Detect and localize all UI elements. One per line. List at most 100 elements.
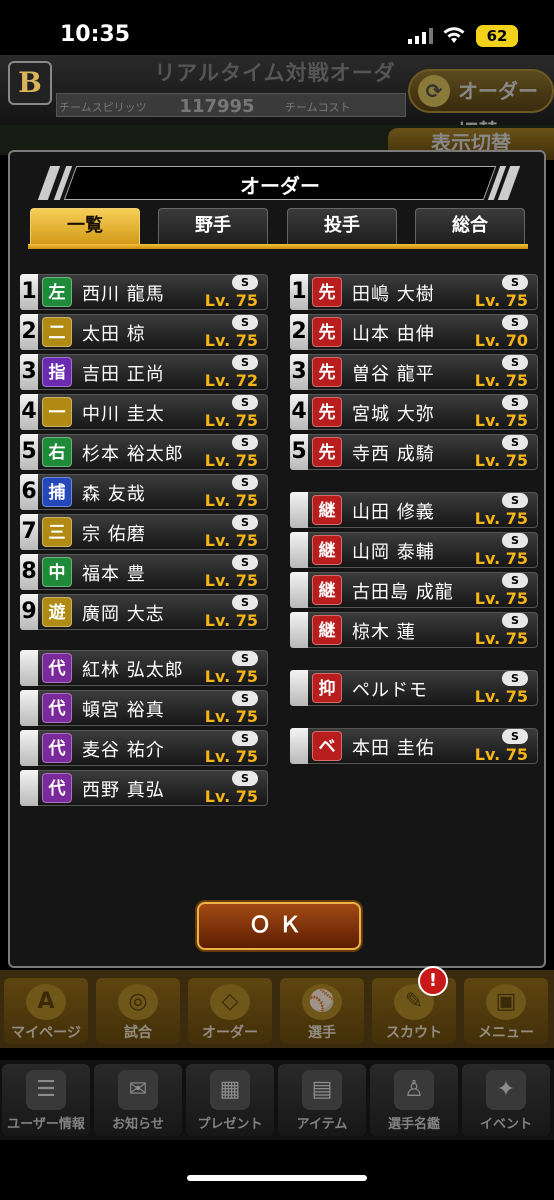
skill-s-icon: S — [232, 731, 258, 746]
skill-s-icon: S — [232, 435, 258, 450]
player-name: 曽谷 龍平 — [352, 364, 435, 385]
batting-order-number: 3 — [20, 354, 38, 390]
player-name: 吉田 正尚 — [82, 364, 165, 385]
skill-s-icon: S — [502, 493, 528, 508]
skill-s-icon: S — [232, 315, 258, 330]
skill-s-icon: S — [232, 771, 258, 786]
team-logo: B — [8, 61, 52, 105]
batting-order-number — [290, 572, 308, 608]
sub-nav-item-5[interactable]: ✦ イベント — [462, 1064, 550, 1136]
player-row[interactable]: 2 先山本 由伸 S Lv. 70 — [290, 314, 538, 350]
sub-nav-item-0[interactable]: ☰ ユーザー情報 — [2, 1064, 90, 1136]
skill-s-icon: S — [232, 595, 258, 610]
player-row[interactable]: 6捕森 友哉 S Lv. 75 — [20, 474, 268, 510]
player-name: 宗 佑磨 — [82, 524, 146, 545]
player-row[interactable]: ベ本田 圭佑 S Lv. 75 — [290, 728, 538, 764]
player-name: 紅林 弘太郎 — [82, 660, 184, 681]
order-switch-button[interactable]: ⟳ オーダー切替 — [408, 69, 554, 143]
player-row[interactable]: 7三宗 佑磨 S Lv. 75 — [20, 514, 268, 550]
player-row[interactable]: 3 指吉田 正尚 S Lv. 72 — [20, 354, 268, 390]
player-row[interactable]: 8 中福本 豊 S Lv. 75 — [20, 554, 268, 590]
tab-bar: 一覧 野手 投手 総合 — [28, 208, 528, 248]
player-row[interactable]: 9 遊廣岡 大志 S Lv. 75 — [20, 594, 268, 630]
player-row[interactable]: 継古田島 成龍 S Lv. 75 — [290, 572, 538, 608]
player-name: 中川 圭太 — [82, 404, 165, 425]
position-badge: 継 — [312, 495, 342, 525]
sub-nav: ☰ ユーザー情報 ✉ お知らせ ▦ プレゼント ▤ アイテム ♙ 選手名鑑 ✦ イベント — [0, 1060, 554, 1140]
nav-item-3[interactable]: ⚾ 選手 — [280, 978, 364, 1044]
player-row[interactable]: 4 一中川 圭太 S Lv. 75 — [20, 394, 268, 430]
player-level: Lv. 75 — [204, 411, 258, 430]
skill-s-icon: S — [232, 651, 258, 666]
player-row[interactable]: 1 先田嶋 大樹 S Lv. 75 — [290, 274, 538, 310]
sub-nav-icon: ☰ — [26, 1070, 66, 1110]
player-name: 麦谷 祐介 — [82, 740, 165, 761]
position-badge: 継 — [312, 575, 342, 605]
tab-overall[interactable]: 総合 — [415, 208, 525, 244]
wifi-icon — [443, 27, 465, 43]
tab-underline — [28, 244, 528, 249]
tab-list[interactable]: 一覧 — [30, 208, 140, 244]
sub-nav-item-2[interactable]: ▦ プレゼント — [186, 1064, 274, 1136]
position-badge: 先 — [312, 397, 342, 427]
skill-s-icon: S — [232, 475, 258, 490]
player-level: Lv. 75 — [474, 509, 528, 528]
player-row[interactable]: 代西野 真弘 S Lv. 75 — [20, 770, 268, 806]
batting-order-number: 4 — [20, 394, 38, 430]
sub-nav-item-1[interactable]: ✉ お知らせ — [94, 1064, 182, 1136]
nav-icon: ◎ — [118, 984, 158, 1020]
player-row[interactable]: 2 二太田 椋 S Lv. 75 — [20, 314, 268, 350]
player-row[interactable]: 継椋木 蓮 S Lv. 75 — [290, 612, 538, 648]
sub-nav-item-4[interactable]: ♙ 選手名鑑 — [370, 1064, 458, 1136]
position-badge: 二 — [42, 317, 72, 347]
player-row[interactable]: 4 先宮城 大弥 S Lv. 75 — [290, 394, 538, 430]
nav-item-0[interactable]: A マイページ — [4, 978, 88, 1044]
player-name: 頓宮 裕真 — [82, 700, 165, 721]
tab-pitchers[interactable]: 投手 — [287, 208, 397, 244]
position-badge: 継 — [312, 535, 342, 565]
player-row[interactable]: 3 先曽谷 龍平 S Lv. 75 — [290, 354, 538, 390]
player-level: Lv. 75 — [204, 787, 258, 806]
position-badge: 代 — [42, 653, 72, 683]
sub-nav-icon: ♙ — [394, 1070, 434, 1110]
player-row[interactable]: 1 左西川 龍馬 S Lv. 75 — [20, 274, 268, 310]
ok-button[interactable]: ＯＫ — [197, 902, 361, 950]
tab-fielders[interactable]: 野手 — [158, 208, 268, 244]
player-level: Lv. 75 — [474, 411, 528, 430]
batting-order-number — [20, 650, 38, 686]
player-row[interactable]: 抑ペルドモ S Lv. 75 — [290, 670, 538, 706]
player-row[interactable]: 継山岡 泰輔 S Lv. 75 — [290, 532, 538, 568]
skill-s-icon: S — [232, 275, 258, 290]
nav-item-1[interactable]: ◎ 試合 — [96, 978, 180, 1044]
nav-label: 試合 — [124, 1025, 152, 1041]
position-badge: 継 — [312, 615, 342, 645]
sub-nav-item-3[interactable]: ▤ アイテム — [278, 1064, 366, 1136]
player-row[interactable]: 5 右杉本 裕太郎 S Lv. 75 — [20, 434, 268, 470]
batting-order-number: 2 — [20, 314, 38, 350]
player-name: ペルドモ — [352, 680, 428, 701]
nav-label: 選手 — [308, 1025, 336, 1041]
skill-s-icon: S — [502, 573, 528, 588]
player-row[interactable]: 代麦谷 祐介 S Lv. 75 — [20, 730, 268, 766]
sub-nav-label: イベント — [479, 1117, 532, 1132]
batting-order-number — [20, 690, 38, 726]
player-row[interactable]: 5 先寺西 成騎 S Lv. 75 — [290, 434, 538, 470]
nav-label: マイページ — [11, 1025, 81, 1041]
batting-order-number — [290, 612, 308, 648]
player-row[interactable]: 継山田 修義 S Lv. 75 — [290, 492, 538, 528]
sub-nav-label: 選手名鑑 — [387, 1117, 440, 1132]
batting-order-number — [20, 730, 38, 766]
player-name: 山田 修義 — [352, 502, 435, 523]
position-badge: 三 — [42, 517, 72, 547]
player-level: Lv. 75 — [204, 331, 258, 350]
player-level: Lv. 70 — [474, 331, 528, 350]
nav-item-5[interactable]: ▣ メニュー — [464, 978, 548, 1044]
player-row[interactable]: 代紅林 弘太郎 S Lv. 75 — [20, 650, 268, 686]
player-level: Lv. 75 — [204, 611, 258, 630]
player-level: Lv. 75 — [204, 747, 258, 766]
position-badge: 一 — [42, 397, 72, 427]
player-level: Lv. 72 — [204, 371, 258, 390]
player-row[interactable]: 代頓宮 裕真 S Lv. 75 — [20, 690, 268, 726]
player-name: 山本 由伸 — [352, 324, 435, 345]
nav-item-2[interactable]: ◇ オーダー — [188, 978, 272, 1044]
